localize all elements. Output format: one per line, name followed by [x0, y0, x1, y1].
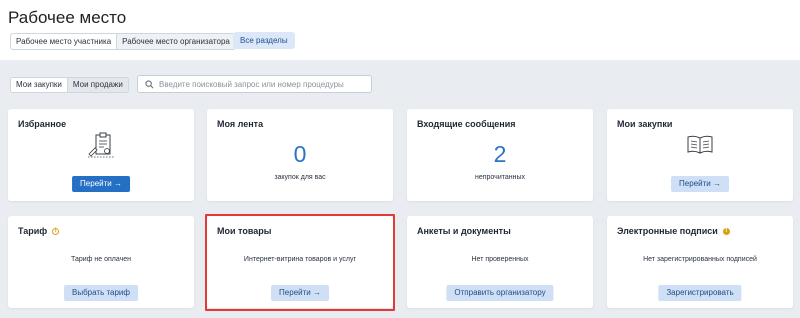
warning-icon[interactable]: ! [722, 227, 730, 235]
search-input[interactable] [159, 79, 359, 89]
dashboard: Мои закупки Мои продажи Избранное Перейт… [0, 60, 800, 318]
tab-organizer[interactable]: Рабочее место организатора [117, 34, 235, 49]
card-feed: Моя лента 0 закупок для вас [207, 109, 393, 201]
card-title: Избранное [18, 119, 67, 129]
messages-count: 2 [493, 141, 507, 167]
purchases-go-button[interactable]: Перейти → [671, 176, 729, 192]
card-title: Мои товары [217, 226, 272, 236]
all-sections-button[interactable]: Все разделы [233, 32, 295, 49]
card-purchases: Мои закупки Перейти → [607, 109, 793, 201]
page-title: Рабочее место [8, 8, 127, 27]
feed-count: 0 [293, 141, 307, 167]
card-title: Моя лента [217, 119, 264, 129]
goods-caption: Интернет-витрина товаров и услуг [243, 256, 357, 263]
tab-participant[interactable]: Рабочее место участника [11, 34, 118, 49]
card-tariff: Тариф i Тариф не оплачен Выбрать тариф [8, 216, 194, 308]
choose-tariff-button[interactable]: Выбрать тариф [64, 285, 138, 301]
favorites-go-button[interactable]: Перейти → [72, 176, 130, 192]
card-title: Входящие сообщения [417, 119, 516, 129]
card-signatures: Электронные подписи ! Нет зарегистрирова… [607, 216, 793, 308]
feed-caption: закупок для вас [274, 174, 326, 181]
card-title: Электронные подписи ! [617, 226, 730, 236]
card-title: Тариф i [18, 226, 60, 236]
workspace-switch: Рабочее место участника Рабочее место ор… [10, 33, 236, 50]
card-title: Анкеты и документы [417, 226, 511, 236]
forms-caption: Нет проверенных [471, 256, 529, 263]
send-to-organizer-button[interactable]: Отправить организатору [446, 285, 554, 301]
tab-my-sales[interactable]: Мои продажи [68, 78, 128, 92]
goods-go-button[interactable]: Перейти → [271, 285, 329, 301]
search-icon [145, 79, 154, 88]
open-book-icon [685, 134, 715, 161]
purchases-sales-switch: Мои закупки Мои продажи [10, 77, 129, 93]
card-favorites: Избранное Перейти → [8, 109, 194, 201]
messages-caption: непрочитанных [474, 174, 526, 181]
register-button[interactable]: Зарегистрировать [658, 285, 742, 301]
tariff-title: Тариф [18, 226, 48, 236]
search-field[interactable] [137, 75, 372, 93]
card-messages: Входящие сообщения 2 непрочитанных [407, 109, 593, 201]
card-title: Мои закупки [617, 119, 673, 129]
header: Рабочее место Рабочее место участника Ра… [0, 0, 800, 60]
tab-my-purchases[interactable]: Мои закупки [11, 78, 68, 92]
info-icon[interactable]: i [52, 227, 60, 235]
tariff-caption: Тариф не оплачен [71, 256, 131, 263]
signatures-caption: Нет зарегистрированных подписей [643, 256, 757, 263]
card-forms: Анкеты и документы Нет проверенных Отпра… [407, 216, 593, 308]
card-goods: Мои товары Интернет-витрина товаров и ус… [207, 216, 393, 308]
clipboard-document-icon [86, 131, 116, 164]
signatures-title: Электронные подписи [617, 226, 718, 236]
